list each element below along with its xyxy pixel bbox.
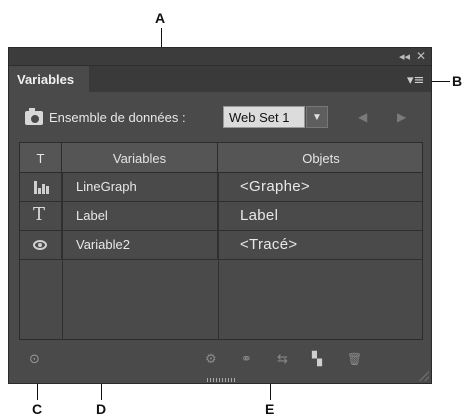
capture-dataset-icon[interactable]: ⊙ — [29, 352, 40, 367]
collapse-icon[interactable]: ◂◂ — [399, 50, 410, 63]
next-dataset-icon[interactable]: ▶ — [397, 110, 406, 124]
callout-a-label: A — [155, 10, 166, 26]
row-type-cell — [20, 173, 62, 202]
panel-menu-icon[interactable]: ▾≡ — [407, 73, 424, 88]
callout-e-label: E — [265, 401, 275, 417]
panel-resize-grip[interactable] — [207, 378, 237, 382]
row-object-name: <Tracé> — [240, 236, 298, 253]
variables-table: T Variables Objets LineGraph <Graphe> T … — [19, 142, 423, 340]
bottom-toolbar: ⊙ ⚙ ⚭ ⇆ ▚ 🗑 — [9, 346, 431, 376]
chevron-down-icon[interactable]: ▼ — [306, 106, 328, 128]
panel-tab-bar: Variables ▾≡ — [9, 66, 431, 92]
new-variable-icon[interactable]: ▚ — [312, 352, 322, 367]
row-variable-name: Label — [62, 202, 218, 231]
make-visibility-dynamic-icon[interactable]: ⚭ — [241, 352, 252, 367]
row-object-name: <Graphe> — [240, 178, 310, 195]
visibility-icon — [33, 240, 47, 250]
panel-title-strip[interactable]: ◂◂ ✕ — [9, 48, 431, 66]
camera-icon[interactable] — [25, 108, 43, 125]
text-icon: T — [33, 204, 46, 225]
table-row[interactable]: T Label Label — [20, 202, 422, 231]
column-header-objects[interactable]: Objets — [218, 143, 424, 173]
delete-icon[interactable]: 🗑 — [347, 352, 362, 366]
callout-d-label: D — [96, 401, 107, 417]
row-variable-name: Variable2 — [62, 231, 218, 260]
unbind-icon[interactable]: ⇆ — [277, 352, 288, 367]
column-header-type[interactable]: T — [20, 143, 62, 173]
graph-icon — [34, 181, 50, 194]
dataset-row: Ensemble de données : Web Set 1 ▼ ◀ ▶ — [9, 102, 431, 132]
table-row[interactable]: Variable2 <Tracé> — [20, 231, 422, 260]
variables-panel: ◂◂ ✕ Variables ▾≡ Ensemble de données : … — [8, 47, 432, 384]
close-icon[interactable]: ✕ — [416, 49, 426, 63]
column-divider — [62, 173, 63, 339]
column-divider — [218, 173, 219, 339]
callout-b-label: B — [452, 73, 463, 89]
make-dynamic-icon[interactable]: ⚙ — [205, 352, 217, 367]
table-header: T Variables Objets — [20, 143, 422, 173]
previous-dataset-icon[interactable]: ◀ — [358, 110, 367, 124]
row-object-name: Label — [240, 207, 279, 224]
tab-variables[interactable]: Variables — [9, 66, 89, 92]
column-header-variables[interactable]: Variables — [62, 143, 218, 173]
table-row[interactable]: LineGraph <Graphe> — [20, 173, 422, 202]
corner-resize-handle[interactable] — [419, 371, 429, 381]
row-type-cell — [20, 231, 62, 260]
callout-c-label: C — [32, 401, 43, 417]
dataset-select[interactable]: Web Set 1 — [223, 106, 305, 128]
row-variable-name: LineGraph — [62, 173, 218, 202]
dataset-label: Ensemble de données : — [49, 110, 186, 125]
row-type-cell: T — [20, 202, 62, 231]
